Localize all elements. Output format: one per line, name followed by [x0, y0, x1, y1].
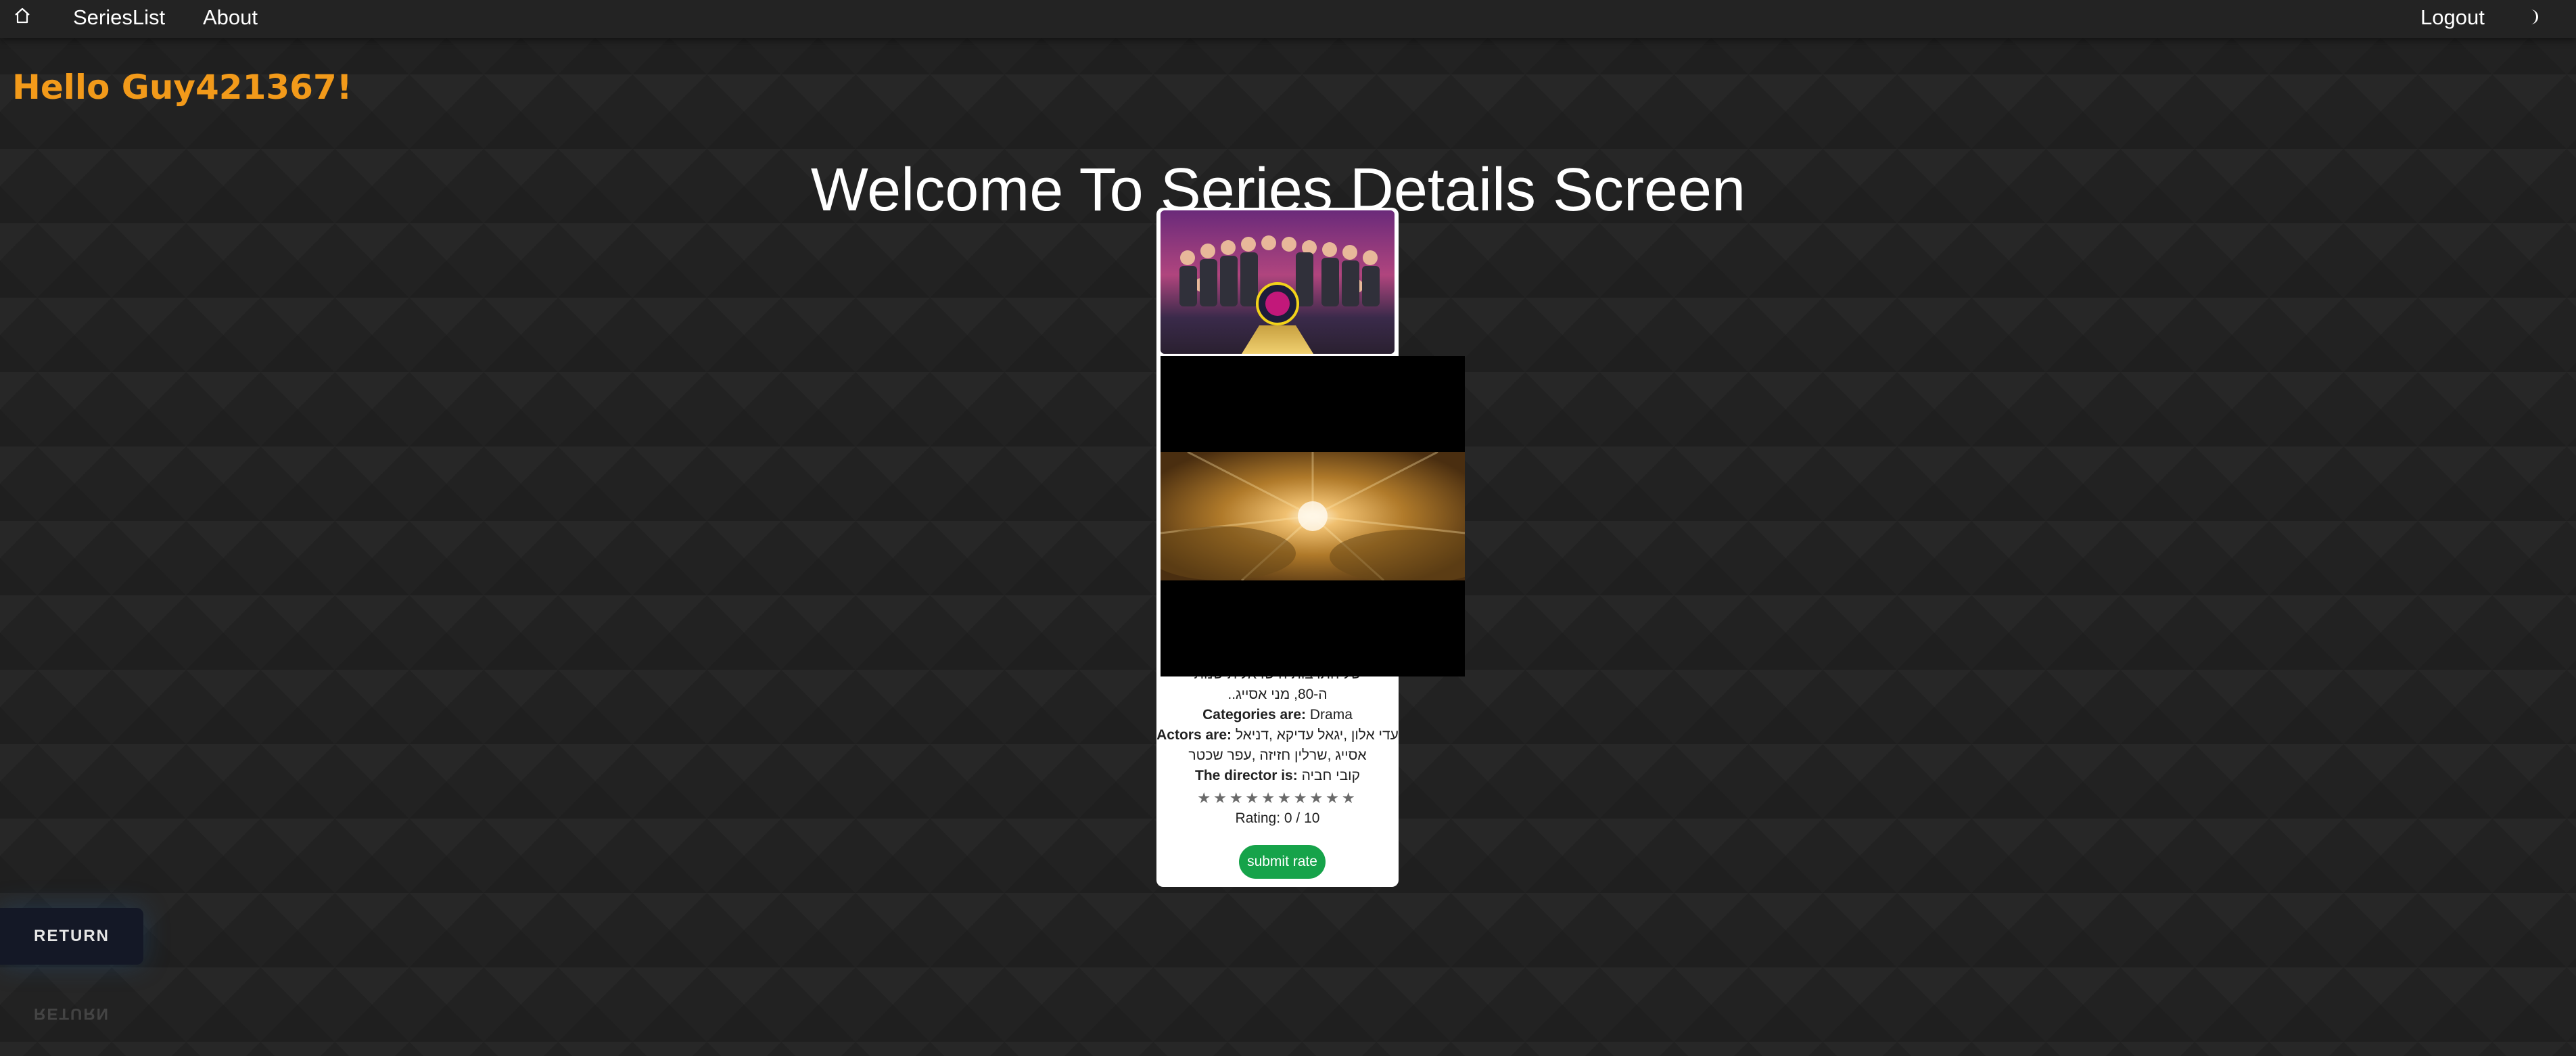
rating-stars[interactable]: ★★★★★★★★★★ — [1156, 789, 1399, 807]
trailer-video-player[interactable] — [1161, 356, 1465, 676]
director-label: The director is: — [1195, 768, 1298, 783]
actors-value: עדי אלון ,יגאל עדיקא ,דניאל — [1235, 727, 1399, 743]
nav-serieslist-link[interactable]: SeriesList — [73, 5, 165, 30]
rating-label: Rating: 0 / 10 — [1235, 810, 1320, 826]
return-button-reflection: RETURN — [34, 1005, 110, 1023]
categories-label: Categories are: — [1202, 707, 1307, 722]
trailer-video-frame — [1161, 452, 1465, 580]
series-description-continued: ה-80, מני אסייג.. — [1227, 687, 1328, 702]
series-director: The director is: קובי חביה — [1156, 766, 1399, 786]
logout-link[interactable]: Logout — [2420, 5, 2485, 30]
series-actors: Actors are: עדי אלון ,יגאל עדיקא ,דניאל — [1156, 725, 1399, 745]
greeting-text: Hello Guy421367! — [12, 68, 352, 107]
top-navbar: SeriesList About Logout — [0, 0, 2576, 38]
submit-rate-button[interactable]: submit rate — [1239, 845, 1326, 879]
return-button[interactable]: RETURN — [0, 908, 143, 965]
series-actors-continued: אסייג ,שרלין חזיזה ,עפר שכטר — [1188, 748, 1367, 763]
director-value: קובי חביה — [1301, 768, 1360, 783]
categories-value: Drama — [1309, 707, 1353, 722]
actors-label: Actors are: — [1156, 727, 1232, 743]
nav-about-link[interactable]: About — [203, 5, 258, 30]
home-icon[interactable] — [12, 5, 32, 26]
series-categories: Categories are: Drama — [1156, 705, 1399, 725]
moon-icon[interactable] — [2523, 7, 2543, 27]
series-poster-image — [1161, 210, 1395, 354]
